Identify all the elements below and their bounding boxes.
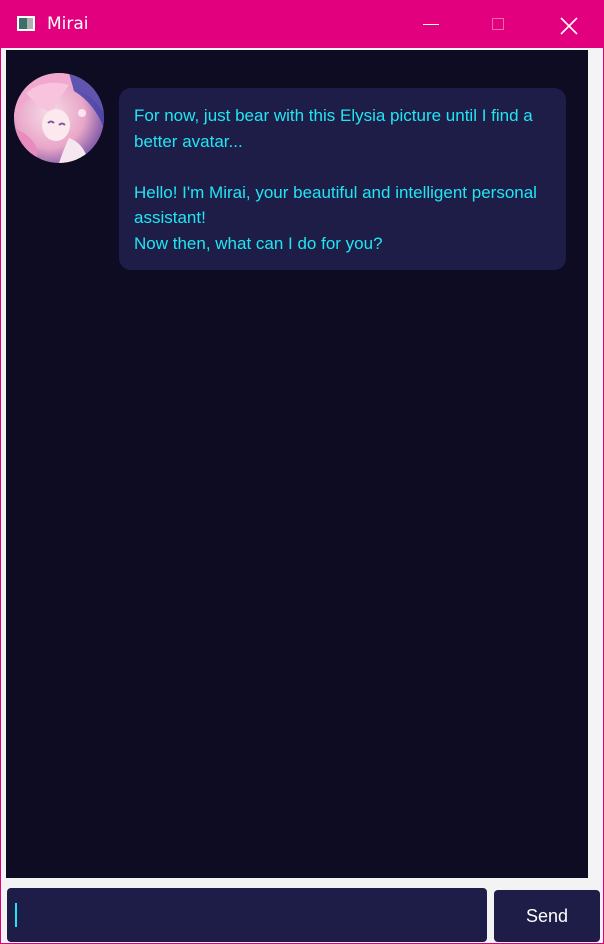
avatar-image [14, 73, 104, 163]
close-button[interactable] [545, 1, 591, 48]
avatar [14, 73, 104, 163]
window-title: Mirai [47, 14, 89, 34]
maximize-button[interactable] [475, 1, 521, 48]
send-button[interactable]: Send [494, 890, 600, 942]
title-bar[interactable]: Mirai [1, 1, 603, 48]
message-input[interactable] [7, 888, 487, 942]
text-caret [15, 903, 17, 927]
message-bubble: For now, just bear with this Elysia pict… [119, 88, 566, 270]
chat-area[interactable]: For now, just bear with this Elysia pict… [6, 50, 588, 878]
minimize-button[interactable] [407, 1, 453, 48]
app-icon [17, 16, 35, 31]
scrollbar-track[interactable] [589, 50, 603, 878]
app-window: Mirai For now, just bear with this Elysi… [0, 0, 604, 944]
close-icon [560, 17, 578, 35]
minimize-icon [423, 24, 439, 25]
maximize-icon [492, 18, 504, 30]
